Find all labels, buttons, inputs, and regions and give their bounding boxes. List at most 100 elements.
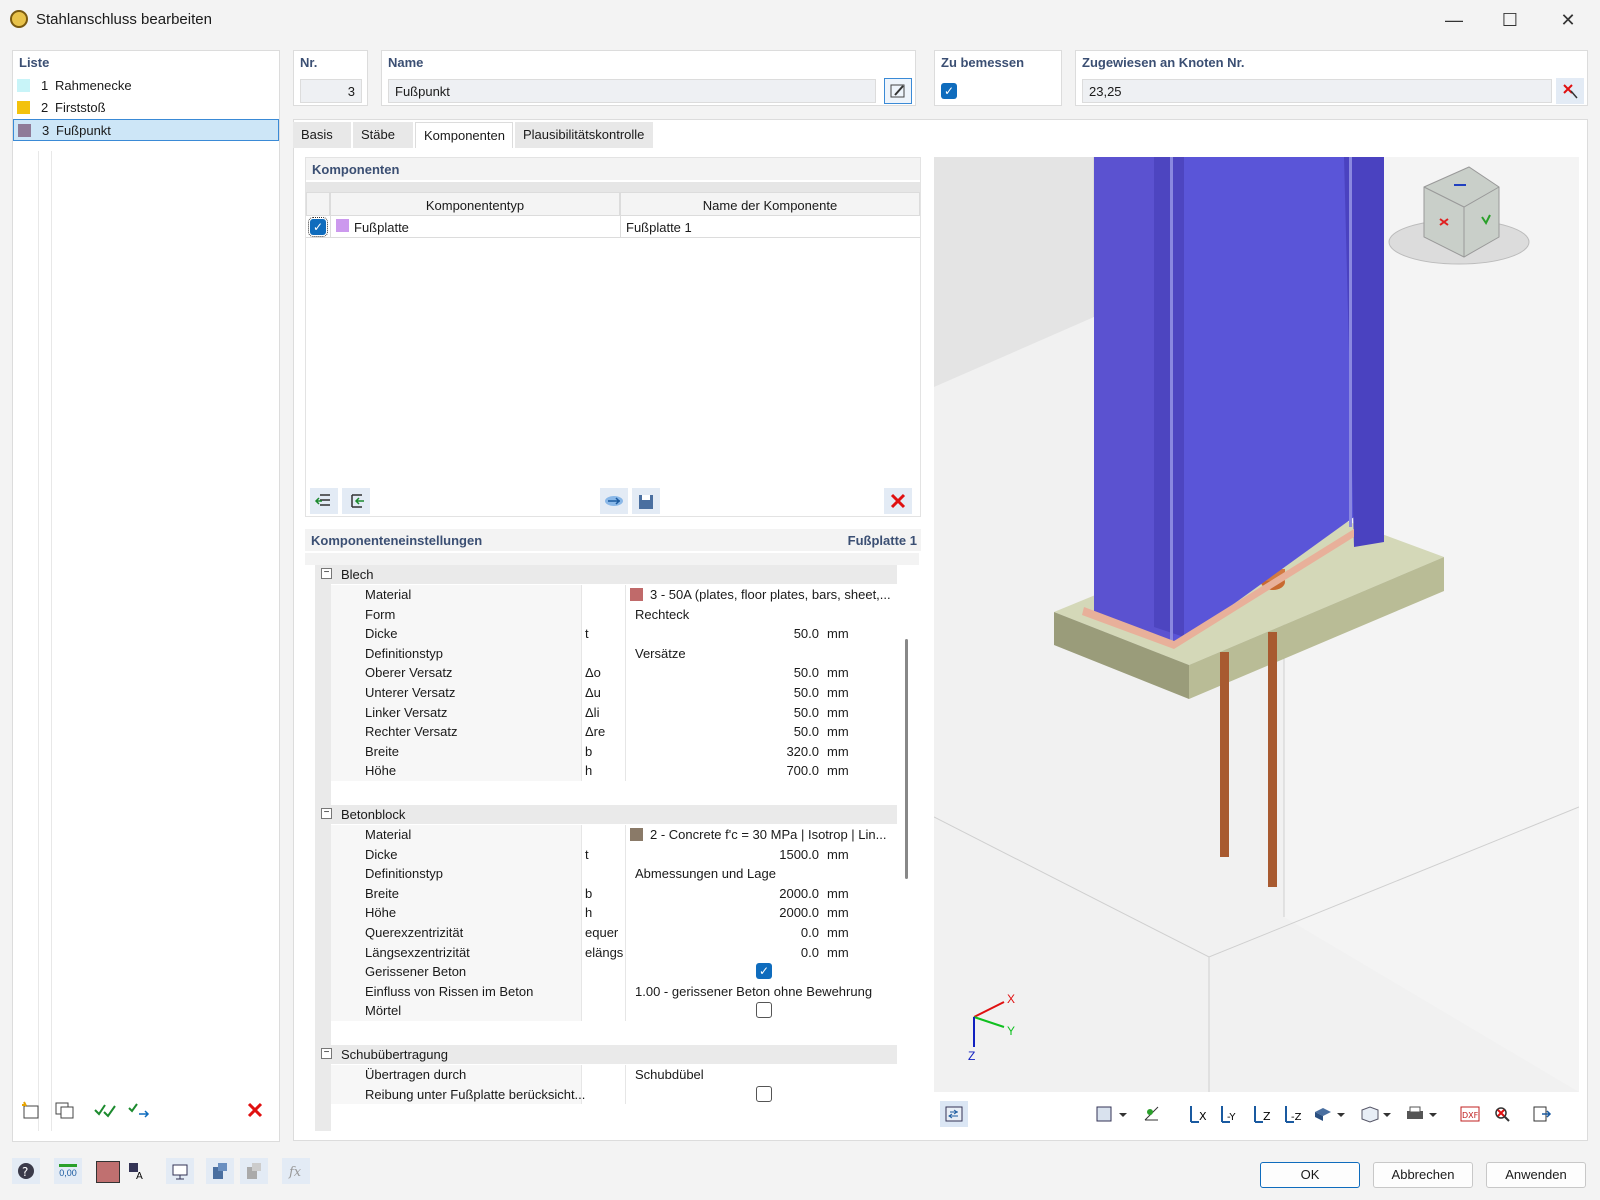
delete-item-icon[interactable] — [241, 1097, 269, 1123]
tab-plausibilitaetskontrolle[interactable]: Plausibilitätskontrolle — [515, 122, 653, 148]
save-component-icon[interactable] — [632, 488, 660, 514]
display-options-icon[interactable] — [1094, 1101, 1130, 1127]
property-row[interactable]: Dicke t 1500.0 mm — [315, 844, 897, 865]
property-number[interactable]: 0.0 — [801, 945, 819, 960]
view-settings-icon[interactable] — [166, 1158, 194, 1184]
property-value[interactable]: Rechteck — [635, 607, 689, 622]
property-row[interactable]: Dicke t 50.0 mm — [315, 624, 897, 644]
column-header-type[interactable]: Komponententyp — [330, 192, 620, 216]
design-checkbox[interactable]: ✓ — [941, 83, 957, 99]
property-number[interactable]: 700.0 — [786, 763, 819, 778]
column-header-name[interactable]: Name der Komponente — [620, 192, 920, 216]
property-row[interactable]: Breite b 2000.0 mm — [315, 883, 897, 904]
list-item-firststoss[interactable]: 2 Firststoß — [13, 97, 275, 119]
property-number[interactable]: 50.0 — [794, 724, 819, 739]
list-item-fusspunkt[interactable]: 3 Fußpunkt — [13, 119, 279, 141]
dxf-export-icon[interactable]: DXF — [1456, 1101, 1484, 1127]
color-icon[interactable] — [96, 1161, 120, 1183]
units-icon[interactable]: 0,00 — [54, 1158, 82, 1184]
model-icon[interactable] — [206, 1158, 234, 1184]
property-row[interactable]: Rechter Versatz Δre 50.0 mm — [315, 722, 897, 742]
property-number[interactable]: 50.0 — [794, 705, 819, 720]
property-value[interactable]: Versätze — [635, 646, 686, 661]
property-row[interactable]: Oberer Versatz Δo 50.0 mm — [315, 663, 897, 683]
property-row[interactable]: Höhe h 700.0 mm — [315, 761, 897, 781]
property-number[interactable]: 50.0 — [794, 626, 819, 641]
new-item-icon[interactable] — [17, 1097, 45, 1123]
sync-view-icon[interactable] — [940, 1101, 968, 1127]
transparency-icon[interactable] — [1358, 1101, 1394, 1127]
property-row[interactable]: Material 3 - 50A (plates, floor plates, b… — [315, 585, 897, 605]
property-row[interactable]: Längsexzentrizität elängs 0.0 mm — [315, 942, 897, 963]
settings-scrollbar[interactable] — [905, 639, 908, 879]
apply-button[interactable]: Anwenden — [1486, 1162, 1586, 1188]
collapse-icon[interactable]: − — [321, 568, 332, 579]
toggle-check-icon[interactable] — [125, 1097, 153, 1123]
import-component-icon[interactable] — [600, 488, 628, 514]
property-row[interactable]: Reibung unter Fußplatte berücksicht... — [315, 1084, 897, 1105]
cancel-button[interactable]: Abbrechen — [1373, 1162, 1473, 1188]
assigned-nodes-field[interactable]: 23,25 — [1082, 79, 1552, 103]
maximize-button[interactable]: ☐ — [1496, 8, 1524, 32]
model-disabled-icon[interactable] — [240, 1158, 268, 1184]
property-row[interactable]: Linker Versatz Δli 50.0 mm — [315, 702, 897, 723]
check-all-icon[interactable] — [91, 1097, 119, 1123]
view-z-icon[interactable]: Z — [1248, 1101, 1276, 1127]
property-row[interactable]: Höhe h 2000.0 mm — [315, 903, 897, 923]
property-checkbox[interactable] — [756, 1085, 772, 1102]
tab-basis[interactable]: Basis — [293, 122, 351, 148]
ok-button[interactable]: OK — [1260, 1162, 1360, 1188]
collapse-icon[interactable]: − — [321, 1048, 332, 1059]
reset-view-icon[interactable] — [1488, 1101, 1516, 1127]
render-mode-icon[interactable] — [1312, 1101, 1348, 1127]
print-icon[interactable] — [1404, 1101, 1440, 1127]
tab-komponenten[interactable]: Komponenten — [415, 122, 513, 148]
table-row[interactable]: ✓ Fußplatte Fußplatte 1 — [306, 216, 920, 238]
property-row[interactable]: Definitionstyp Abmessungen und Lage — [315, 864, 897, 884]
property-value[interactable]: 2 - Concrete f'c = 30 MPa | Isotrop | Li… — [650, 827, 886, 842]
help-icon[interactable]: ? — [12, 1158, 40, 1184]
edit-name-icon[interactable] — [884, 78, 912, 104]
view-minus-y-icon[interactable]: -Y — [1216, 1101, 1244, 1127]
property-row[interactable]: Querexzentrizität equer 0.0 mm — [315, 923, 897, 943]
property-row[interactable]: Definitionstyp Versätze — [315, 643, 897, 664]
insert-component-icon[interactable] — [342, 488, 370, 514]
property-row[interactable]: Unterer Versatz Δu 50.0 mm — [315, 683, 897, 703]
collapse-icon[interactable]: − — [321, 808, 332, 819]
property-number[interactable]: 0.0 — [801, 925, 819, 940]
tab-staebe[interactable]: Stäbe — [353, 122, 413, 148]
minimize-button[interactable]: — — [1440, 8, 1468, 32]
property-row[interactable]: Mörtel — [315, 1001, 897, 1021]
property-row[interactable]: Übertragen durch Schubdübel — [315, 1065, 897, 1085]
function-icon[interactable]: fx — [282, 1158, 310, 1184]
property-checkbox[interactable]: ✓ — [756, 963, 772, 980]
text-format-icon[interactable]: A — [124, 1158, 152, 1184]
property-number[interactable]: 2000.0 — [779, 905, 819, 920]
property-value[interactable]: Abmessungen und Lage — [635, 866, 776, 881]
property-value[interactable]: 1.00 - gerissener Beton ohne Bewehrung — [635, 984, 872, 999]
3d-view[interactable]: X Y Z — [934, 157, 1579, 1092]
property-row[interactable]: Form Rechteck — [315, 604, 897, 625]
delete-component-icon[interactable] — [884, 488, 912, 514]
view-minus-z-icon[interactable]: -Z — [1280, 1101, 1308, 1127]
exit-view-icon[interactable] — [1528, 1101, 1556, 1127]
group-blech[interactable]: − Blech — [315, 565, 897, 584]
property-checkbox[interactable] — [756, 1002, 772, 1019]
property-row[interactable]: Material 2 - Concrete f'c = 30 MPa | Isot… — [315, 825, 897, 845]
property-value[interactable]: Schubdübel — [635, 1067, 704, 1082]
property-number[interactable]: 50.0 — [794, 685, 819, 700]
add-component-icon[interactable] — [310, 488, 338, 514]
pick-nodes-icon[interactable] — [1556, 78, 1584, 104]
group-schub[interactable]: − Schubübertragung — [315, 1045, 897, 1064]
property-number[interactable]: 50.0 — [794, 665, 819, 680]
property-number[interactable]: 320.0 — [786, 744, 819, 759]
list-item-rahmenecke[interactable]: 1 Rahmenecke — [13, 75, 275, 97]
measure-icon[interactable] — [1138, 1101, 1166, 1127]
close-button[interactable]: ✕ — [1554, 8, 1582, 32]
property-row[interactable]: Gerissener Beton ✓ — [315, 962, 897, 982]
name-field[interactable]: Fußpunkt — [388, 79, 876, 103]
property-number[interactable]: 2000.0 — [779, 886, 819, 901]
group-beton[interactable]: − Betonblock — [315, 805, 897, 824]
property-row[interactable]: Breite b 320.0 mm — [315, 741, 897, 762]
property-number[interactable]: 1500.0 — [779, 847, 819, 862]
